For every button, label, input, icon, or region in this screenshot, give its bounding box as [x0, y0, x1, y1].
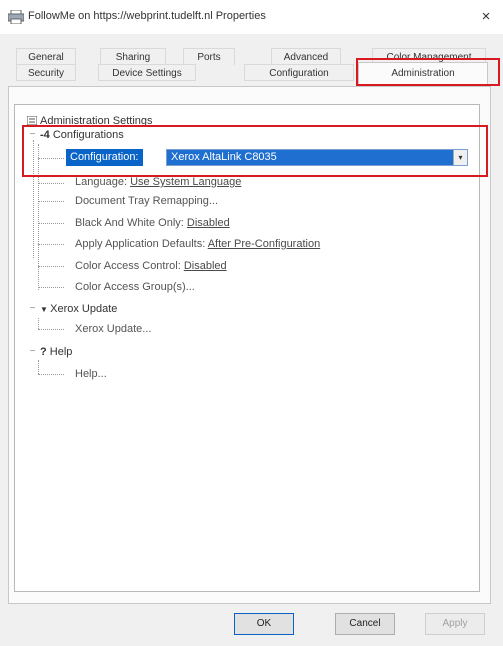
configuration-dropdown[interactable]: Xerox AltaLink C8035 ▾	[166, 149, 468, 166]
tree-item-language[interactable]: Language: Use System Language	[75, 176, 241, 188]
printer-icon	[8, 10, 24, 24]
close-button[interactable]: ×	[475, 6, 497, 28]
tree-connector	[38, 244, 64, 245]
tree-item-black-white-only[interactable]: Black And White Only: Disabled	[75, 217, 230, 229]
help-collapse-toggle[interactable]: −	[28, 347, 37, 357]
tree-item-help[interactable]: ? Help	[40, 346, 72, 358]
tree-item-color-access-groups[interactable]: Color Access Group(s)...	[75, 281, 195, 293]
tree-connector	[38, 266, 64, 267]
tree-root: Administration Settings	[26, 115, 153, 127]
apply-defaults-value[interactable]: After Pre-Configuration	[208, 238, 321, 250]
tab-administration[interactable]: Administration	[358, 62, 488, 84]
configuration-value: Xerox AltaLink C8035	[171, 151, 277, 163]
tree-item-xerox-update-child[interactable]: Xerox Update...	[75, 323, 151, 335]
tree-connector	[38, 318, 39, 329]
tree-item-apply-defaults[interactable]: Apply Application Defaults: After Pre-Co…	[75, 238, 320, 250]
apply-button[interactable]: Apply	[425, 613, 485, 635]
title-bar: FollowMe on https://webprint.tudelft.nl …	[0, 0, 503, 34]
configuration-row[interactable]: Configuration: Xerox AltaLink C8035 ▾	[66, 149, 468, 166]
xerox-update-collapse-toggle[interactable]: −	[28, 304, 37, 314]
tree-connector	[38, 329, 64, 330]
ok-button[interactable]: OK	[234, 613, 294, 635]
cancel-button[interactable]: Cancel	[335, 613, 395, 635]
tab-device-settings[interactable]: Device Settings	[98, 64, 196, 81]
configurations-collapse-toggle[interactable]: −	[28, 130, 37, 140]
tree-item-color-access-control[interactable]: Color Access Control: Disabled	[75, 260, 227, 272]
tree-connector	[38, 223, 64, 224]
window-title: FollowMe on https://webprint.tudelft.nl …	[28, 10, 266, 22]
tab-general[interactable]: General	[16, 48, 76, 65]
configuration-label: Configuration:	[66, 149, 143, 166]
tab-configuration[interactable]: Configuration	[244, 64, 354, 81]
tab-sharing[interactable]: Sharing	[100, 48, 166, 65]
language-value[interactable]: Use System Language	[130, 176, 241, 188]
tree-root-label: Administration Settings	[40, 115, 153, 127]
settings-list-icon	[26, 115, 38, 126]
color-access-control-value[interactable]: Disabled	[184, 260, 227, 272]
tree-connector	[38, 374, 64, 375]
tree-item-help-child[interactable]: Help...	[75, 368, 107, 380]
tree-connector	[38, 183, 64, 184]
tree-connector	[33, 140, 34, 258]
configurations-label: Configurations	[52, 129, 124, 141]
chevron-down-icon[interactable]: ▾	[453, 150, 467, 165]
tree-connector	[38, 360, 39, 374]
help-icon: ?	[40, 346, 47, 358]
tab-ports[interactable]: Ports	[183, 48, 235, 65]
tree-connector	[38, 144, 39, 290]
tab-advanced[interactable]: Advanced	[271, 48, 341, 65]
config-icon: -4	[40, 129, 53, 141]
tree-connector	[38, 158, 64, 159]
tree-item-document-tray-remapping[interactable]: Document Tray Remapping...	[75, 195, 218, 207]
tree-connector	[38, 287, 64, 288]
tree-item-xerox-update[interactable]: ▼ Xerox Update	[40, 303, 117, 315]
tree-connector	[38, 201, 64, 202]
tab-security[interactable]: Security	[16, 64, 76, 81]
tree-item-configurations[interactable]: -4 Configurations	[40, 129, 124, 141]
bw-only-value[interactable]: Disabled	[187, 217, 230, 229]
update-icon: ▼	[40, 305, 51, 314]
